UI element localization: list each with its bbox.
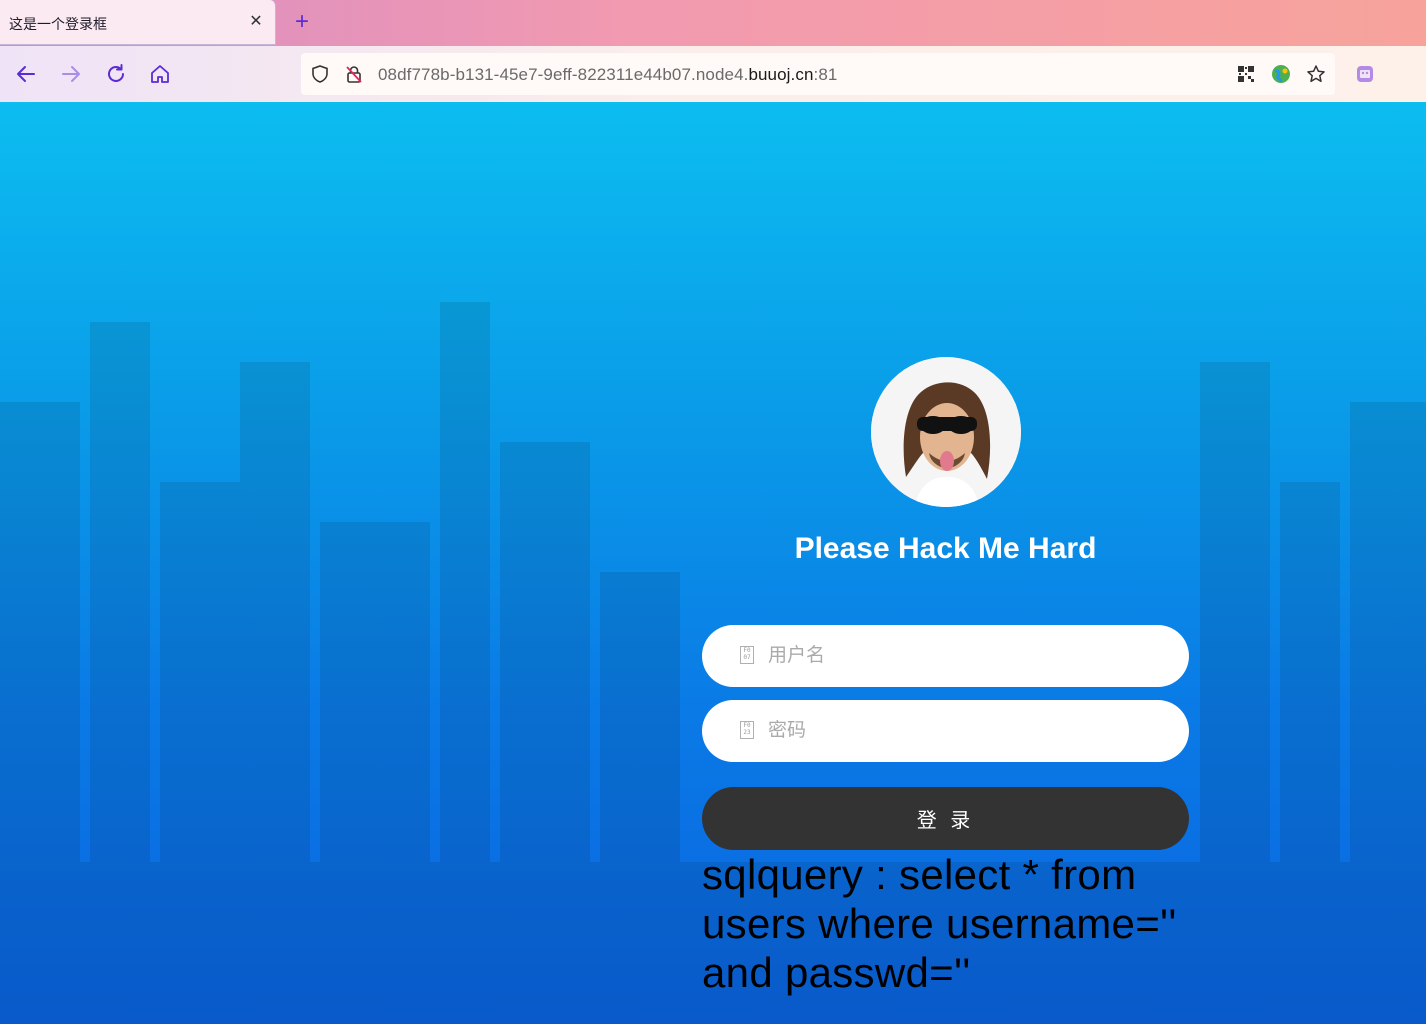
forward-icon[interactable] xyxy=(59,62,83,86)
lock-icon: F0 23 xyxy=(740,721,754,739)
url-port: :81 xyxy=(813,65,838,84)
username-input[interactable] xyxy=(768,625,1168,687)
url-text[interactable]: 08df778b-b131-45e7-9eff-822311e44b07.nod… xyxy=(378,65,837,85)
sql-query-output: sqlquery : select * from users where use… xyxy=(702,851,1177,996)
page-title: Please Hack Me Hard xyxy=(794,532,1097,565)
username-field: F0 07 xyxy=(702,625,1189,687)
star-icon[interactable] xyxy=(1306,64,1326,84)
shield-icon[interactable] xyxy=(310,64,330,84)
url-prefix: 08df778b-b131-45e7-9eff-822311e44b07.nod… xyxy=(378,65,749,84)
tab-title: 这是一个登录框 xyxy=(9,16,107,32)
avatar xyxy=(871,357,1021,507)
new-tab-button[interactable]: + xyxy=(290,9,314,37)
insecure-lock-icon[interactable] xyxy=(344,64,364,84)
page-body: Please Hack Me Hard F007 F023 登 录 sqlque… xyxy=(0,102,1426,1024)
back-icon[interactable] xyxy=(14,62,38,86)
login-button[interactable]: 登 录 xyxy=(702,787,1189,850)
reload-icon[interactable] xyxy=(104,62,128,86)
close-tab-icon[interactable]: ✕ xyxy=(246,11,266,33)
qr-code-icon[interactable] xyxy=(1236,64,1256,84)
tab-bar: 这是一个登录框 ✕ + xyxy=(0,0,1426,46)
password-input[interactable] xyxy=(768,700,1168,762)
home-icon[interactable] xyxy=(148,62,172,86)
nav-bar: 08df778b-b131-45e7-9eff-822311e44b07.nod… xyxy=(0,46,1426,102)
url-bar[interactable]: 08df778b-b131-45e7-9eff-822311e44b07.nod… xyxy=(301,53,1335,95)
url-domain: buuoj.cn xyxy=(748,65,814,84)
extension-icon[interactable] xyxy=(1353,62,1377,86)
user-icon: F0 07 xyxy=(740,646,754,664)
password-field: F0 23 xyxy=(702,700,1189,762)
globe-icon[interactable] xyxy=(1271,64,1291,84)
active-tab[interactable]: 这是一个登录框 ✕ xyxy=(0,0,276,45)
